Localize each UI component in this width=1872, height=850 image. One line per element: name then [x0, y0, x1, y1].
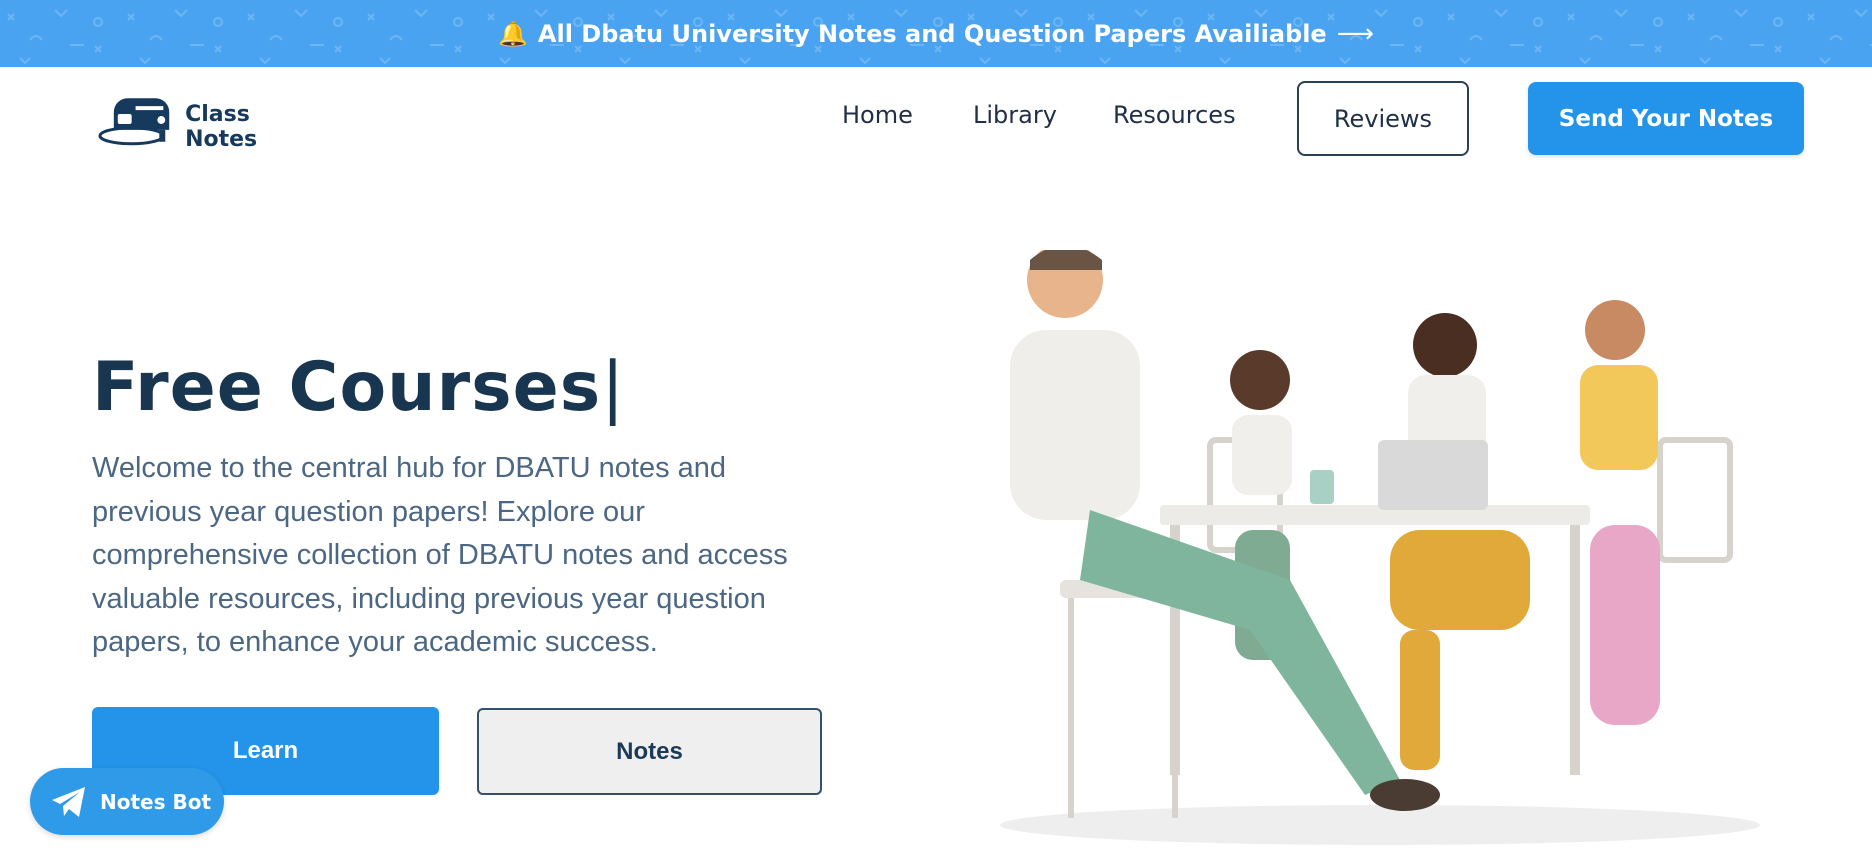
- hero-title-text: Free Courses: [92, 348, 602, 427]
- logo-text: Class Notes: [185, 102, 258, 152]
- hero-title: Free Courses|: [92, 348, 625, 427]
- announcement-link[interactable]: 🔔 All Dbatu University Notes and Questio…: [498, 19, 1374, 49]
- telegram-icon: [52, 786, 85, 817]
- send-your-notes-button[interactable]: Send Your Notes: [1528, 82, 1804, 155]
- site-header: Class Notes Home Library Resources Revie…: [0, 67, 1872, 171]
- hero-description: Welcome to the central hub for DBATU not…: [92, 452, 788, 658]
- nav-library[interactable]: Library: [973, 101, 1057, 129]
- students-illustration: [1000, 250, 1760, 845]
- notes-bot-label: Notes Bot: [100, 789, 212, 814]
- send-notes-label: Send Your Notes: [1558, 105, 1774, 132]
- notes-button[interactable]: Notes: [477, 708, 822, 795]
- train-mailbox-logo-icon: [98, 98, 170, 146]
- notes-label: Notes: [616, 737, 683, 765]
- nav-home[interactable]: Home: [842, 101, 913, 129]
- reviews-label: Reviews: [1333, 104, 1433, 133]
- typing-caret: |: [601, 348, 626, 427]
- announcement-text: All Dbatu University Notes and Question …: [537, 19, 1327, 48]
- announcement-bar: 🔔 All Dbatu University Notes and Questio…: [0, 0, 1872, 67]
- logo[interactable]: Class Notes: [98, 83, 328, 155]
- nav-resources[interactable]: Resources: [1113, 101, 1236, 129]
- learn-label: Learn: [232, 737, 299, 764]
- notes-bot-button[interactable]: Notes Bot: [30, 768, 224, 835]
- arrow-right-icon: ⟶: [1336, 18, 1374, 49]
- reviews-button[interactable]: Reviews: [1297, 81, 1469, 156]
- bell-icon: 🔔: [498, 19, 528, 48]
